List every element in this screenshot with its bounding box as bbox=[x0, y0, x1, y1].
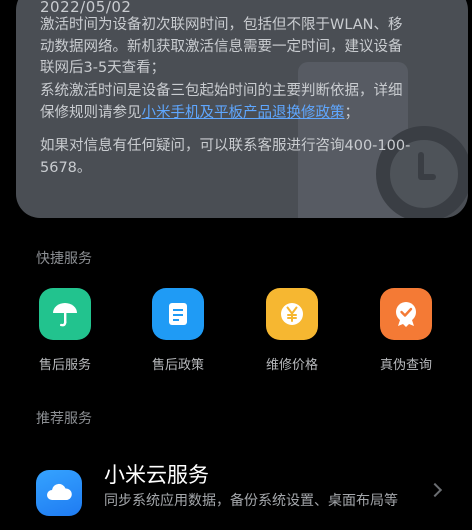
device-info-page: 2022/05/02 激活时间为设备初次联网时间，包括但不限于WLAN、移动数据… bbox=[0, 0, 472, 530]
repair-price-label: 维修价格 bbox=[265, 358, 318, 373]
warranty-note: 系统激活时间是设备三包起始时间的主要判断依据，详细保修规则请参见小米手机及平板产… bbox=[40, 81, 412, 124]
warranty-note-suffix: ； bbox=[344, 104, 360, 121]
recommended-services-title: 推荐服务 bbox=[36, 411, 92, 427]
xiaomi-cloud-service-card[interactable]: 小米云服务 同步系统应用数据，备份系统设置、桌面布局等 bbox=[36, 455, 456, 530]
chevron-right-icon bbox=[427, 482, 443, 498]
quick-services-title: 快捷服务 bbox=[36, 251, 92, 267]
quick-services-row: 售后服务 售后政策 维修价格 真伪查询 bbox=[0, 288, 472, 378]
return-policy-link[interactable]: 小米手机及平板产品退换修政策 bbox=[142, 105, 345, 121]
cloud-icon bbox=[36, 470, 82, 516]
cloud-service-title: 小米云服务 bbox=[104, 463, 209, 487]
contact-note: 如果对信息有任何疑问，可以联系客服进行咨询400-100-5678。 bbox=[40, 138, 411, 176]
activation-note: 激活时间为设备初次联网时间，包括但不限于WLAN、移动数据网络。新机获取激活信息… bbox=[40, 17, 403, 76]
after-sales-service-label: 售后服务 bbox=[38, 358, 91, 373]
yen-coin-icon bbox=[266, 288, 318, 340]
activation-date: 2022/05/02 bbox=[40, 0, 132, 16]
after-sales-service-button[interactable]: 售后服务 bbox=[20, 288, 110, 373]
after-sales-policy-button[interactable]: 售后政策 bbox=[133, 288, 223, 373]
authenticity-check-button[interactable]: 真伪查询 bbox=[361, 288, 451, 373]
umbrella-icon bbox=[39, 288, 91, 340]
cloud-service-description: 同步系统应用数据，备份系统设置、桌面布局等 bbox=[104, 493, 398, 509]
repair-price-button[interactable]: 维修价格 bbox=[247, 288, 337, 373]
document-icon bbox=[152, 288, 204, 340]
verified-badge-icon bbox=[380, 288, 432, 340]
authenticity-check-label: 真伪查询 bbox=[379, 358, 432, 373]
after-sales-policy-label: 售后政策 bbox=[151, 358, 204, 373]
activation-info-card: 2022/05/02 激活时间为设备初次联网时间，包括但不限于WLAN、移动数据… bbox=[16, 0, 468, 218]
